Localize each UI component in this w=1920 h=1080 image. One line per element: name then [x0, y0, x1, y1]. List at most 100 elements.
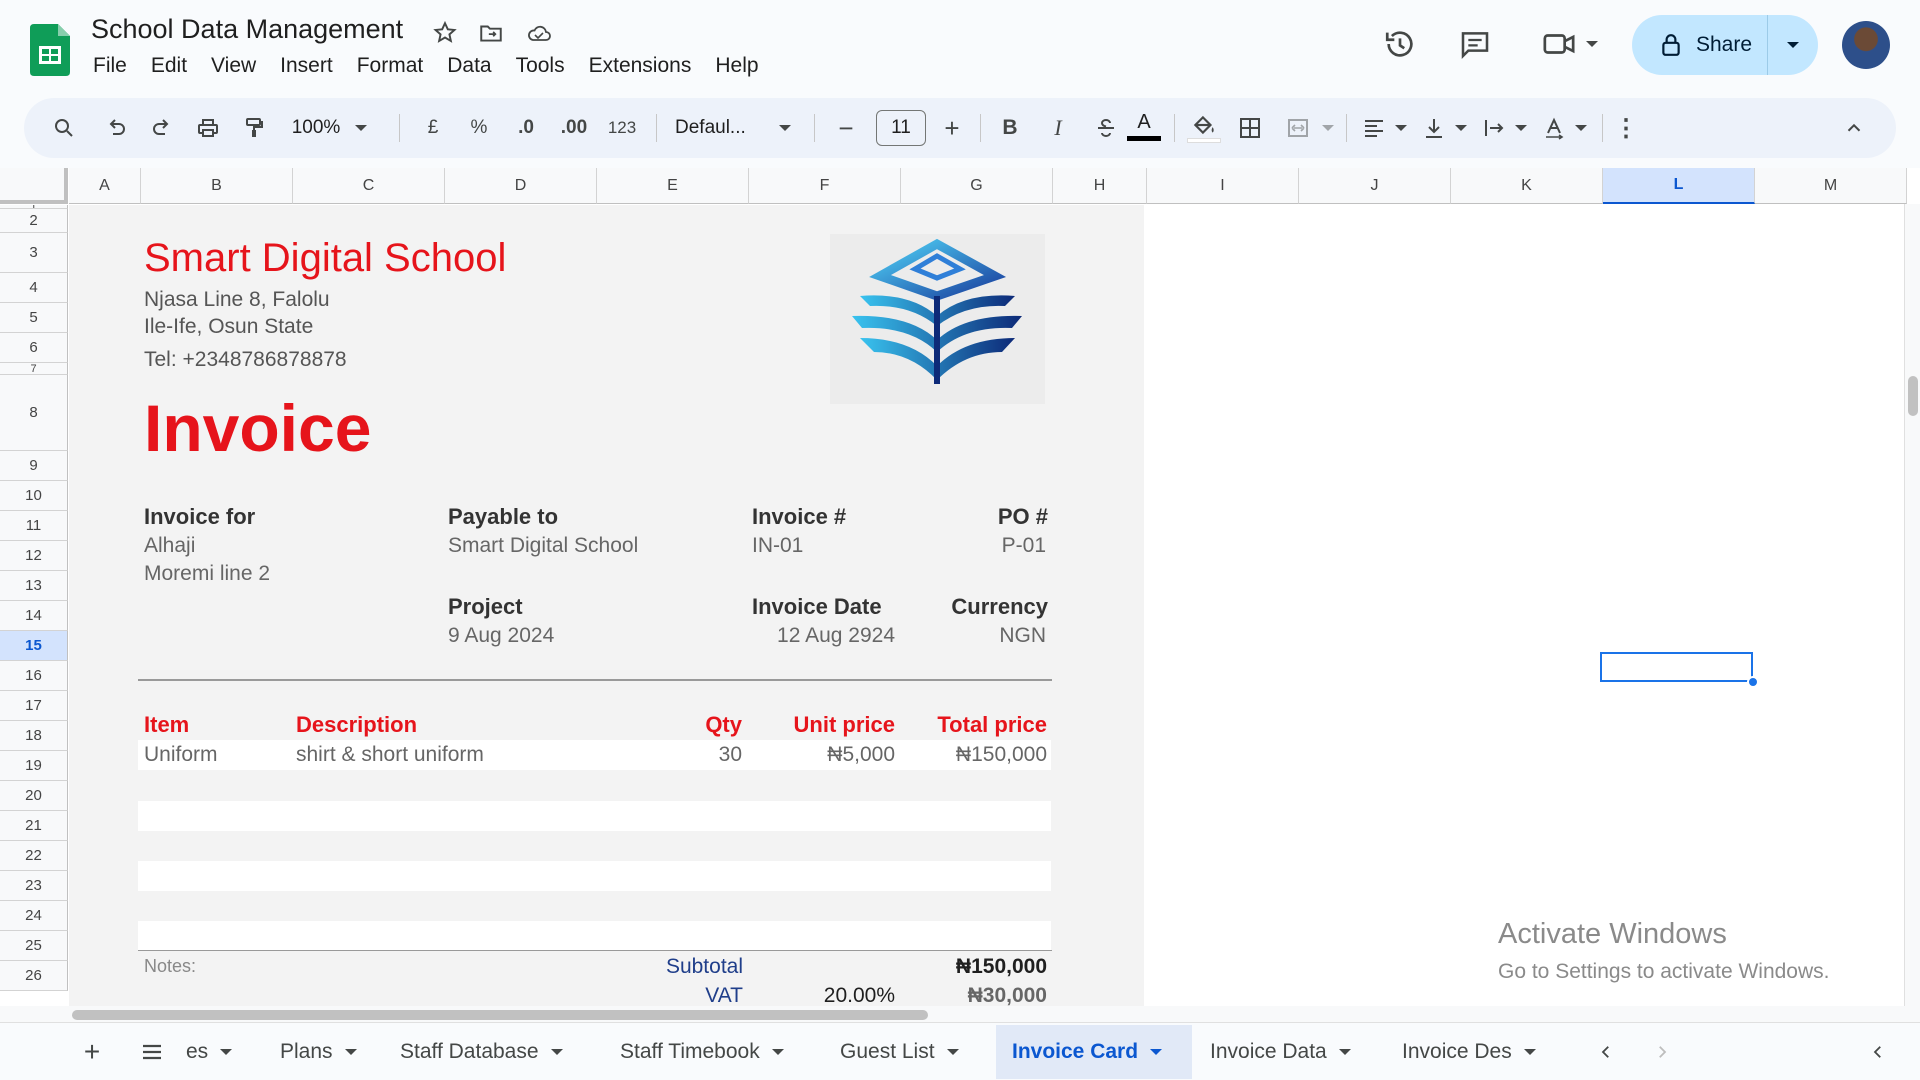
total-price-header[interactable]: Total price: [900, 712, 1047, 738]
description-header[interactable]: Description: [296, 712, 417, 738]
row-header-2[interactable]: 2: [0, 209, 68, 233]
column-header-c[interactable]: C: [293, 168, 445, 204]
menu-edit[interactable]: Edit: [139, 54, 199, 78]
sheet-tab[interactable]: Plans: [264, 1025, 372, 1079]
menu-file[interactable]: File: [81, 54, 139, 78]
row-header-16[interactable]: 16: [0, 661, 68, 691]
column-header-b[interactable]: B: [141, 168, 293, 204]
currency-value[interactable]: NGN: [900, 624, 1046, 648]
sheet-tab[interactable]: Invoice Card: [996, 1025, 1192, 1079]
spreadsheet-grid[interactable]: ABCDEFGHIJKLM 12345678910111213141516171…: [0, 168, 1920, 1006]
row-header-19[interactable]: 19: [0, 751, 68, 781]
subtotal-value[interactable]: ₦150,000: [900, 955, 1047, 979]
menu-format[interactable]: Format: [345, 54, 436, 78]
column-header-a[interactable]: A: [69, 168, 141, 204]
horizontal-align-icon[interactable]: [1354, 98, 1394, 158]
sheets-logo-icon[interactable]: [30, 24, 70, 76]
wrap-dropdown[interactable]: [1512, 98, 1530, 158]
row-header-14[interactable]: 14: [0, 601, 68, 631]
sheet-tab[interactable]: Invoice Data: [1194, 1025, 1374, 1079]
column-header-e[interactable]: E: [597, 168, 749, 204]
horizontal-scroll-thumb[interactable]: [72, 1010, 928, 1020]
format-currency-button[interactable]: £: [416, 98, 450, 158]
row-header-25[interactable]: 25: [0, 931, 68, 961]
scroll-tabs-left-icon[interactable]: [1586, 1023, 1626, 1080]
cloud-saved-icon[interactable]: [524, 18, 554, 48]
menu-data[interactable]: Data: [435, 54, 503, 78]
redo-icon[interactable]: [142, 98, 182, 158]
address-line-1[interactable]: Njasa Line 8, Falolu: [144, 288, 330, 312]
sheet-tab[interactable]: Staff Database: [384, 1025, 592, 1079]
column-header-f[interactable]: F: [749, 168, 901, 204]
decrease-decimal-button[interactable]: .0: [506, 98, 546, 158]
row-header-6[interactable]: 6: [0, 333, 68, 363]
column-header-h[interactable]: H: [1053, 168, 1147, 204]
row-header-13[interactable]: 13: [0, 571, 68, 601]
row-header-24[interactable]: 24: [0, 901, 68, 931]
print-icon[interactable]: [188, 98, 228, 158]
line-item-name[interactable]: Uniform: [144, 743, 218, 767]
chevron-down-icon[interactable]: [1523, 1049, 1536, 1055]
font-family-select[interactable]: Defaul...: [669, 98, 769, 158]
invoice-number-value[interactable]: IN-01: [752, 534, 803, 558]
currency-label[interactable]: Currency: [900, 594, 1048, 620]
more-formats-button[interactable]: 123: [600, 98, 644, 158]
line-item-qty[interactable]: 30: [650, 743, 742, 767]
sheet-tab[interactable]: Guest List: [824, 1025, 984, 1079]
invoice-title[interactable]: Invoice: [144, 390, 371, 466]
merge-dropdown[interactable]: [1318, 98, 1338, 158]
chevron-down-icon[interactable]: [550, 1049, 563, 1055]
menu-extensions[interactable]: Extensions: [577, 54, 704, 78]
selected-cell[interactable]: [1600, 652, 1753, 682]
avatar[interactable]: [1842, 21, 1890, 69]
undo-icon[interactable]: [96, 98, 136, 158]
school-name[interactable]: Smart Digital School: [144, 236, 506, 281]
chevron-down-icon[interactable]: [1150, 1049, 1163, 1055]
fill-color-button[interactable]: [1182, 98, 1226, 158]
invoice-number-label[interactable]: Invoice #: [752, 504, 846, 530]
decrease-font-size-button[interactable]: −: [828, 98, 864, 158]
address-line-2[interactable]: Ile-Ife, Osun State: [144, 315, 313, 339]
chevron-down-icon[interactable]: [946, 1049, 959, 1055]
add-sheet-button[interactable]: +: [72, 1023, 112, 1080]
meet-icon[interactable]: [1535, 24, 1605, 64]
row-header-26[interactable]: 26: [0, 961, 68, 991]
strikethrough-icon[interactable]: [1086, 98, 1126, 158]
payable-to-value[interactable]: Smart Digital School: [448, 534, 638, 558]
sheet-tab[interactable]: Staff Timebook: [604, 1025, 812, 1079]
invoice-for-name[interactable]: Alhaji: [144, 534, 195, 558]
scroll-tabs-right-icon[interactable]: [1642, 1023, 1682, 1080]
menu-view[interactable]: View: [199, 54, 268, 78]
row-header-21[interactable]: 21: [0, 811, 68, 841]
horizontal-scrollbar[interactable]: [0, 1006, 1920, 1022]
chevron-down-icon[interactable]: [1338, 1049, 1351, 1055]
row-header-5[interactable]: 5: [0, 303, 68, 333]
zoom-dropdown[interactable]: [350, 98, 372, 158]
chevron-down-icon[interactable]: [344, 1049, 357, 1055]
collapse-toolbar-icon[interactable]: [1834, 98, 1874, 158]
telephone[interactable]: Tel: +2348786878878: [144, 348, 347, 372]
invoice-for-address[interactable]: Moremi line 2: [144, 562, 270, 586]
row-header-9[interactable]: 9: [0, 451, 68, 481]
side-panel-toggle-icon[interactable]: [1858, 1023, 1898, 1080]
column-header-j[interactable]: J: [1299, 168, 1451, 204]
invoice-date-value[interactable]: 12 Aug 2924: [752, 624, 895, 648]
menu-help[interactable]: Help: [703, 54, 770, 78]
vertical-scrollbar[interactable]: [1904, 204, 1920, 1006]
text-rotation-icon[interactable]: [1534, 98, 1574, 158]
increase-font-size-button[interactable]: +: [934, 98, 970, 158]
line-item-unit-price[interactable]: ₦5,000: [760, 743, 895, 767]
row-header-3[interactable]: 3: [0, 233, 68, 273]
table-row[interactable]: [138, 921, 1051, 951]
zoom-select[interactable]: 100%: [286, 98, 346, 158]
search-menus-icon[interactable]: [44, 98, 84, 158]
column-header-d[interactable]: D: [445, 168, 597, 204]
invoice-for-label[interactable]: Invoice for: [144, 504, 255, 530]
sheet-tab[interactable]: es: [170, 1025, 250, 1079]
meet-dropdown-icon[interactable]: [1586, 41, 1598, 47]
font-dropdown[interactable]: [774, 98, 796, 158]
column-header-g[interactable]: G: [901, 168, 1053, 204]
vat-rate[interactable]: 20.00%: [760, 984, 895, 1006]
row-header-10[interactable]: 10: [0, 481, 68, 511]
more-options-icon[interactable]: ⋮: [1608, 98, 1644, 158]
